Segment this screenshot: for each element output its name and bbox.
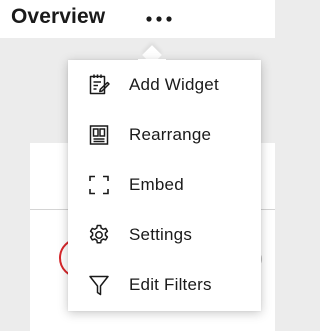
dashboard-page: Overview Add Widget Rearrange Embed Sett… [0,0,275,331]
overview-options-menu: Add Widget Rearrange Embed Settings Edit… [68,60,261,311]
menu-item-label: Embed [129,175,184,194]
menu-caret-cover [138,59,166,67]
menu-item-label: Rearrange [129,125,212,144]
embed-icon [87,173,111,197]
menu-item-label: Settings [129,225,193,244]
filter-icon [87,273,111,297]
menu-item-add-widget[interactable]: Add Widget [68,60,261,110]
menu-item-settings[interactable]: Settings [68,210,261,260]
menu-item-edit-filters[interactable]: Edit Filters [68,260,261,310]
menu-item-label: Edit Filters [129,275,212,294]
more-options-button[interactable] [140,6,178,32]
more-horizontal-icon [146,16,172,22]
menu-list: Add Widget Rearrange Embed Settings Edit… [68,60,261,311]
page-header: Overview [0,0,275,38]
add-widget-icon [87,73,111,97]
menu-item-label: Add Widget [129,75,219,94]
settings-gear-icon [87,223,111,247]
rearrange-icon [87,123,111,147]
menu-item-embed[interactable]: Embed [68,160,261,210]
page-title: Overview [11,5,106,28]
menu-item-rearrange[interactable]: Rearrange [68,110,261,160]
